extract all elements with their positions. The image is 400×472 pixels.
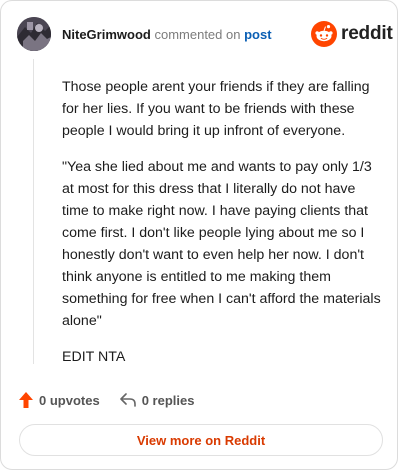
- upvote-button[interactable]: 0 upvotes: [19, 392, 100, 408]
- username-link[interactable]: NiteGrimwood: [62, 27, 151, 42]
- thread-line: [33, 59, 34, 364]
- comment-actions: 0 upvotes 0 replies: [19, 389, 194, 411]
- comment-paragraph: EDIT NTA: [62, 349, 126, 365]
- post-link[interactable]: post: [244, 27, 271, 42]
- reddit-snoo-icon: [311, 21, 337, 47]
- reply-button[interactable]: 0 replies: [119, 392, 195, 408]
- reddit-logo[interactable]: reddit: [311, 20, 393, 48]
- upvote-arrow-icon: [19, 392, 33, 408]
- commented-on-text: commented on: [154, 27, 241, 42]
- view-more-button[interactable]: View more on Reddit: [19, 424, 383, 456]
- comment-paragraph: "Yea she lied about me and wants to pay …: [62, 159, 381, 329]
- comment-header: NiteGrimwood commented on post: [62, 27, 272, 42]
- upvote-count: 0 upvotes: [39, 392, 100, 408]
- comment-paragraph: Those people arent your friends if they …: [62, 79, 370, 139]
- reply-count: 0 replies: [141, 392, 195, 408]
- comment-body: Those people arent your friends if they …: [62, 76, 384, 382]
- reddit-logo-text: reddit: [341, 23, 393, 44]
- avatar[interactable]: [17, 17, 51, 51]
- comment-embed-card: NiteGrimwood commented on post reddit Th…: [0, 0, 398, 470]
- reply-arrow-icon: [119, 393, 136, 407]
